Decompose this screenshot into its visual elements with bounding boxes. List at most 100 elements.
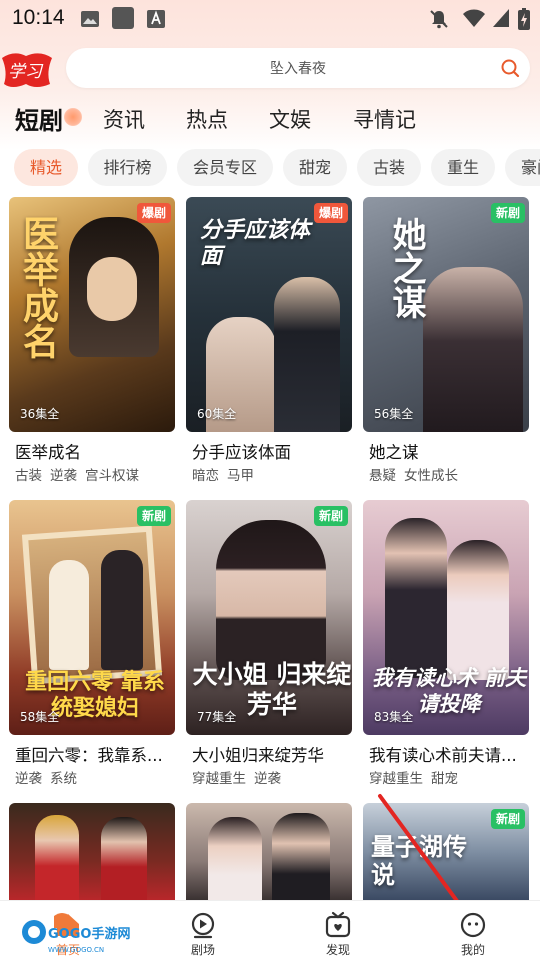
drama-card[interactable]: 医举成名 爆剧 36集全 医举成名 古装 逆袭 宫斗权谋	[9, 197, 175, 487]
drama-tag: 逆袭	[15, 771, 42, 787]
poster-title-text: 分手应该体面	[200, 217, 311, 269]
drama-tag: 暗恋	[192, 468, 219, 484]
chip-rebirth[interactable]: 重生	[431, 149, 495, 186]
drama-card[interactable]: 我有读心术 前夫请投降 83集全 我有读心术前夫请... 穿越重生 甜宠	[363, 500, 529, 790]
drama-title: 分手应该体面	[192, 443, 291, 462]
nav-theater[interactable]: 剧场	[158, 901, 248, 960]
search-placeholder: 坠入春夜	[270, 61, 326, 77]
mute-icon	[430, 10, 448, 29]
drama-tag: 穿越重生	[192, 771, 246, 787]
new-badge: 新剧	[490, 809, 525, 829]
battery-icon	[518, 8, 530, 30]
drama-title: 重回六零：我靠系...	[15, 746, 163, 765]
wifi-icon	[463, 9, 485, 27]
poster-title-text: 量子湖传说	[371, 832, 467, 889]
drama-tag: 宫斗权谋	[85, 468, 139, 484]
drama-poster[interactable]	[9, 803, 175, 900]
drama-tag: 古装	[15, 468, 42, 484]
poster-title-text: 她之谋	[386, 217, 426, 319]
chip-featured[interactable]: 精选	[14, 149, 78, 186]
search-icon[interactable]	[500, 58, 520, 78]
drama-tag: 马甲	[227, 468, 254, 484]
drama-poster[interactable]	[186, 803, 352, 900]
drama-card[interactable]	[186, 803, 352, 900]
chip-costume[interactable]: 古装	[357, 149, 421, 186]
nav-label: 剧场	[190, 943, 215, 957]
drama-card[interactable]: 重回六零 靠系统娶媳妇 新剧 58集全 重回六零：我靠系... 逆袭 系统	[9, 500, 175, 790]
drama-tags: 穿越重生 逆袭	[192, 767, 289, 787]
profile-icon	[460, 912, 486, 938]
episode-count: 60集全	[197, 407, 237, 421]
hot-badge: 爆剧	[136, 203, 171, 223]
drama-poster[interactable]: 大小姐 归来绽芳华 新剧 77集全	[186, 500, 352, 735]
app-notification-icon	[112, 7, 134, 29]
episode-count: 36集全	[20, 407, 60, 421]
nav-discover[interactable]: 发现	[293, 901, 383, 960]
drama-poster[interactable]: 我有读心术 前夫请投降 83集全	[363, 500, 529, 735]
main-tabs: 短剧 资讯 热点 文娱 寻情记	[0, 100, 540, 140]
drama-tag: 逆袭	[254, 771, 281, 787]
episode-count: 56集全	[374, 407, 414, 421]
drama-poster[interactable]: 她之谋 新剧 56集全	[363, 197, 529, 432]
chip-sweet[interactable]: 甜宠	[283, 149, 347, 186]
tab-short-drama[interactable]: 短剧	[15, 101, 63, 136]
drama-tags: 逆袭 系统	[15, 767, 85, 787]
drama-poster[interactable]: 医举成名 爆剧 36集全	[9, 197, 175, 432]
filter-chips: 精选 排行榜 会员专区 甜宠 古装 重生 豪门	[0, 149, 540, 187]
drama-card[interactable]: 量子湖传说 新剧	[363, 803, 529, 900]
drama-tags: 古装 逆袭 宫斗权谋	[15, 464, 147, 484]
drama-title: 医举成名	[15, 443, 81, 462]
watermark-url: WWW.GOGO.CN	[48, 946, 104, 954]
drama-title: 大小姐归来绽芳华	[192, 746, 324, 765]
drama-title: 我有读心术前夫请...	[369, 746, 517, 765]
nav-profile[interactable]: 我的	[428, 901, 518, 960]
drama-poster[interactable]: 重回六零 靠系统娶媳妇 新剧 58集全	[9, 500, 175, 735]
drama-title: 她之谋	[369, 443, 419, 462]
tab-news[interactable]: 资讯	[103, 104, 145, 134]
drama-tag: 逆袭	[50, 468, 77, 484]
keyboard-icon	[147, 10, 165, 28]
gallery-icon	[81, 11, 99, 27]
nav-label: 发现	[325, 943, 350, 957]
drama-tag: 女性成长	[404, 468, 458, 484]
episode-count: 77集全	[197, 710, 237, 724]
tab-entertainment[interactable]: 文娱	[269, 104, 311, 134]
status-bar: 10:14	[0, 0, 540, 38]
chip-wealthy[interactable]: 豪门	[505, 149, 540, 186]
drama-card[interactable]: 她之谋 新剧 56集全 她之谋 悬疑 女性成长	[363, 197, 529, 487]
status-time: 10:14	[12, 6, 65, 29]
search-input[interactable]: 坠入春夜	[66, 48, 530, 88]
nav-label: 我的	[460, 943, 485, 957]
drama-poster[interactable]: 量子湖传说 新剧	[363, 803, 529, 900]
drama-tag: 穿越重生	[369, 771, 423, 787]
new-badge: 新剧	[136, 506, 171, 526]
episode-count: 83集全	[374, 710, 414, 724]
drama-tag: 系统	[50, 771, 77, 787]
svg-text:学习: 学习	[8, 62, 44, 82]
active-tab-indicator	[64, 108, 82, 126]
episode-count: 58集全	[20, 710, 60, 724]
drama-poster[interactable]: 分手应该体面 爆剧 60集全	[186, 197, 352, 432]
tab-hot[interactable]: 热点	[186, 104, 228, 134]
watermark-text: GOGO手游网	[48, 926, 130, 942]
hot-badge: 爆剧	[313, 203, 348, 223]
chip-vip[interactable]: 会员专区	[177, 149, 273, 186]
poster-title-text: 医举成名	[17, 215, 58, 359]
chip-ranking[interactable]: 排行榜	[88, 149, 167, 186]
drama-tags: 穿越重生 甜宠	[369, 767, 466, 787]
drama-tags: 悬疑 女性成长	[369, 464, 466, 484]
discover-icon	[325, 911, 351, 938]
drama-card[interactable]	[9, 803, 175, 900]
app-logo-icon[interactable]: 学习	[0, 50, 54, 90]
theater-icon	[191, 912, 215, 939]
new-badge: 新剧	[490, 203, 525, 223]
new-badge: 新剧	[313, 506, 348, 526]
tab-romance-search[interactable]: 寻情记	[353, 104, 416, 134]
watermark-logo-icon: GOGO手游网 WWW.GOGO.CN	[22, 913, 130, 954]
drama-card[interactable]: 分手应该体面 爆剧 60集全 分手应该体面 暗恋 马甲	[186, 197, 352, 487]
drama-tag: 悬疑	[369, 468, 396, 484]
signal-icon	[493, 9, 509, 27]
drama-card[interactable]: 大小姐 归来绽芳华 新剧 77集全 大小姐归来绽芳华 穿越重生 逆袭	[186, 500, 352, 790]
drama-tag: 甜宠	[431, 771, 458, 787]
drama-tags: 暗恋 马甲	[192, 464, 262, 484]
